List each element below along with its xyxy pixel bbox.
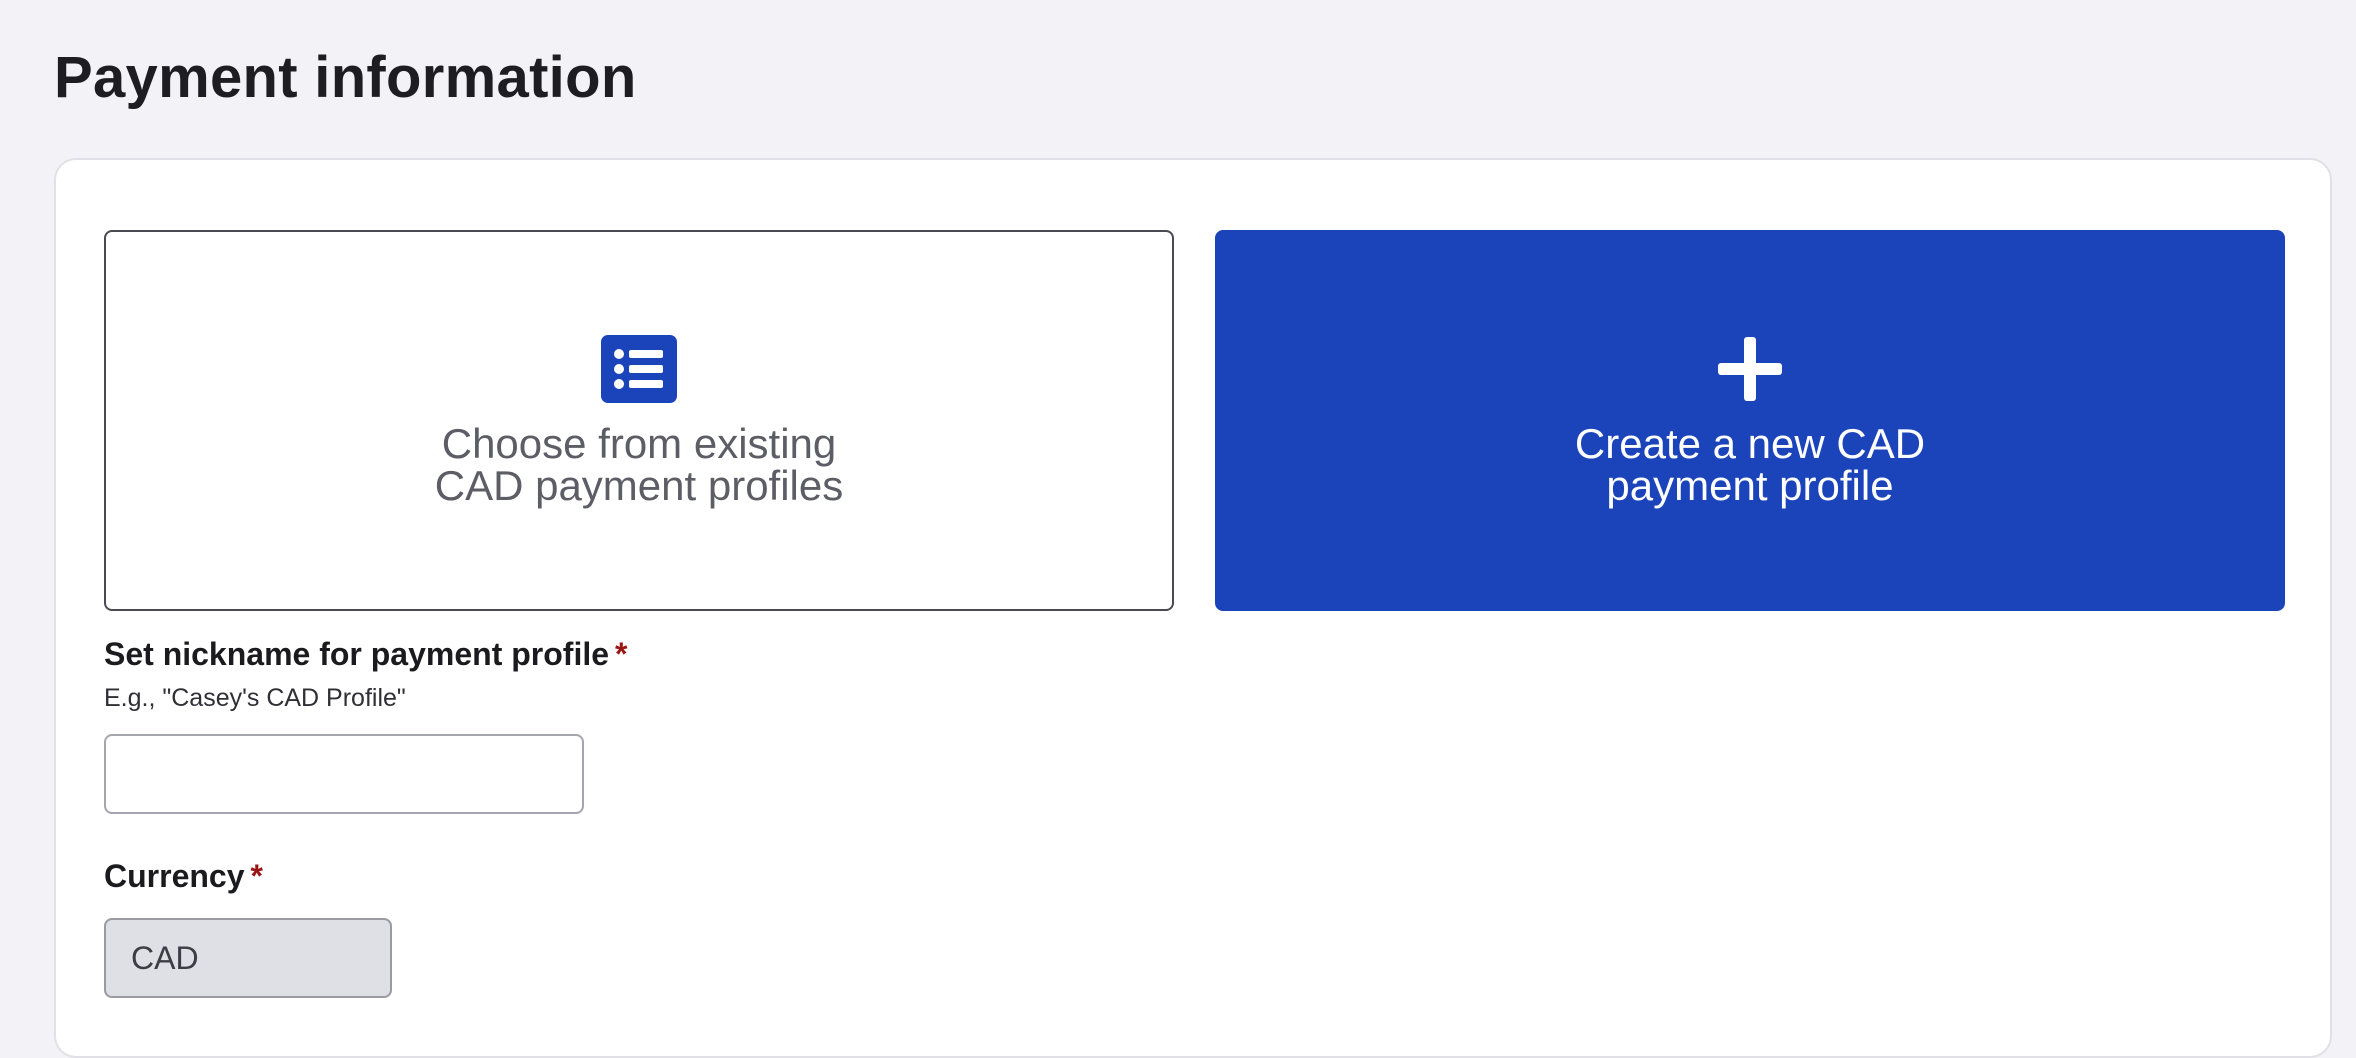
list-icon xyxy=(601,334,677,403)
payment-panel: Choose from existing CAD payment profile… xyxy=(54,158,2332,1058)
required-indicator: * xyxy=(250,858,263,894)
create-new-label: Create a new CAD payment profile xyxy=(1490,419,2010,509)
choose-existing-label-line1: Choose from existing xyxy=(441,419,837,467)
currency-label-text: Currency xyxy=(104,858,245,894)
nickname-hint: E.g., "Casey's CAD Profile" xyxy=(104,684,406,712)
choose-existing-label: Choose from existing CAD payment profile… xyxy=(379,419,899,509)
nickname-input[interactable] xyxy=(104,734,584,814)
choose-existing-label-line2: CAD payment profiles xyxy=(434,461,844,509)
currency-field: CAD xyxy=(104,918,392,998)
create-new-label-line2: payment profile xyxy=(1606,461,1894,509)
nickname-label-text: Set nickname for payment profile xyxy=(104,636,610,672)
plus-icon xyxy=(1718,336,1782,401)
currency-label: Currency * xyxy=(104,856,263,896)
create-new-label-line1: Create a new CAD xyxy=(1574,419,1926,467)
create-new-profile-button[interactable]: Create a new CAD payment profile xyxy=(1215,230,2285,611)
choose-existing-profiles-button[interactable]: Choose from existing CAD payment profile… xyxy=(104,230,1174,611)
required-indicator: * xyxy=(615,636,628,672)
nickname-label: Set nickname for payment profile * xyxy=(104,634,627,674)
page-title: Payment information xyxy=(54,45,637,110)
